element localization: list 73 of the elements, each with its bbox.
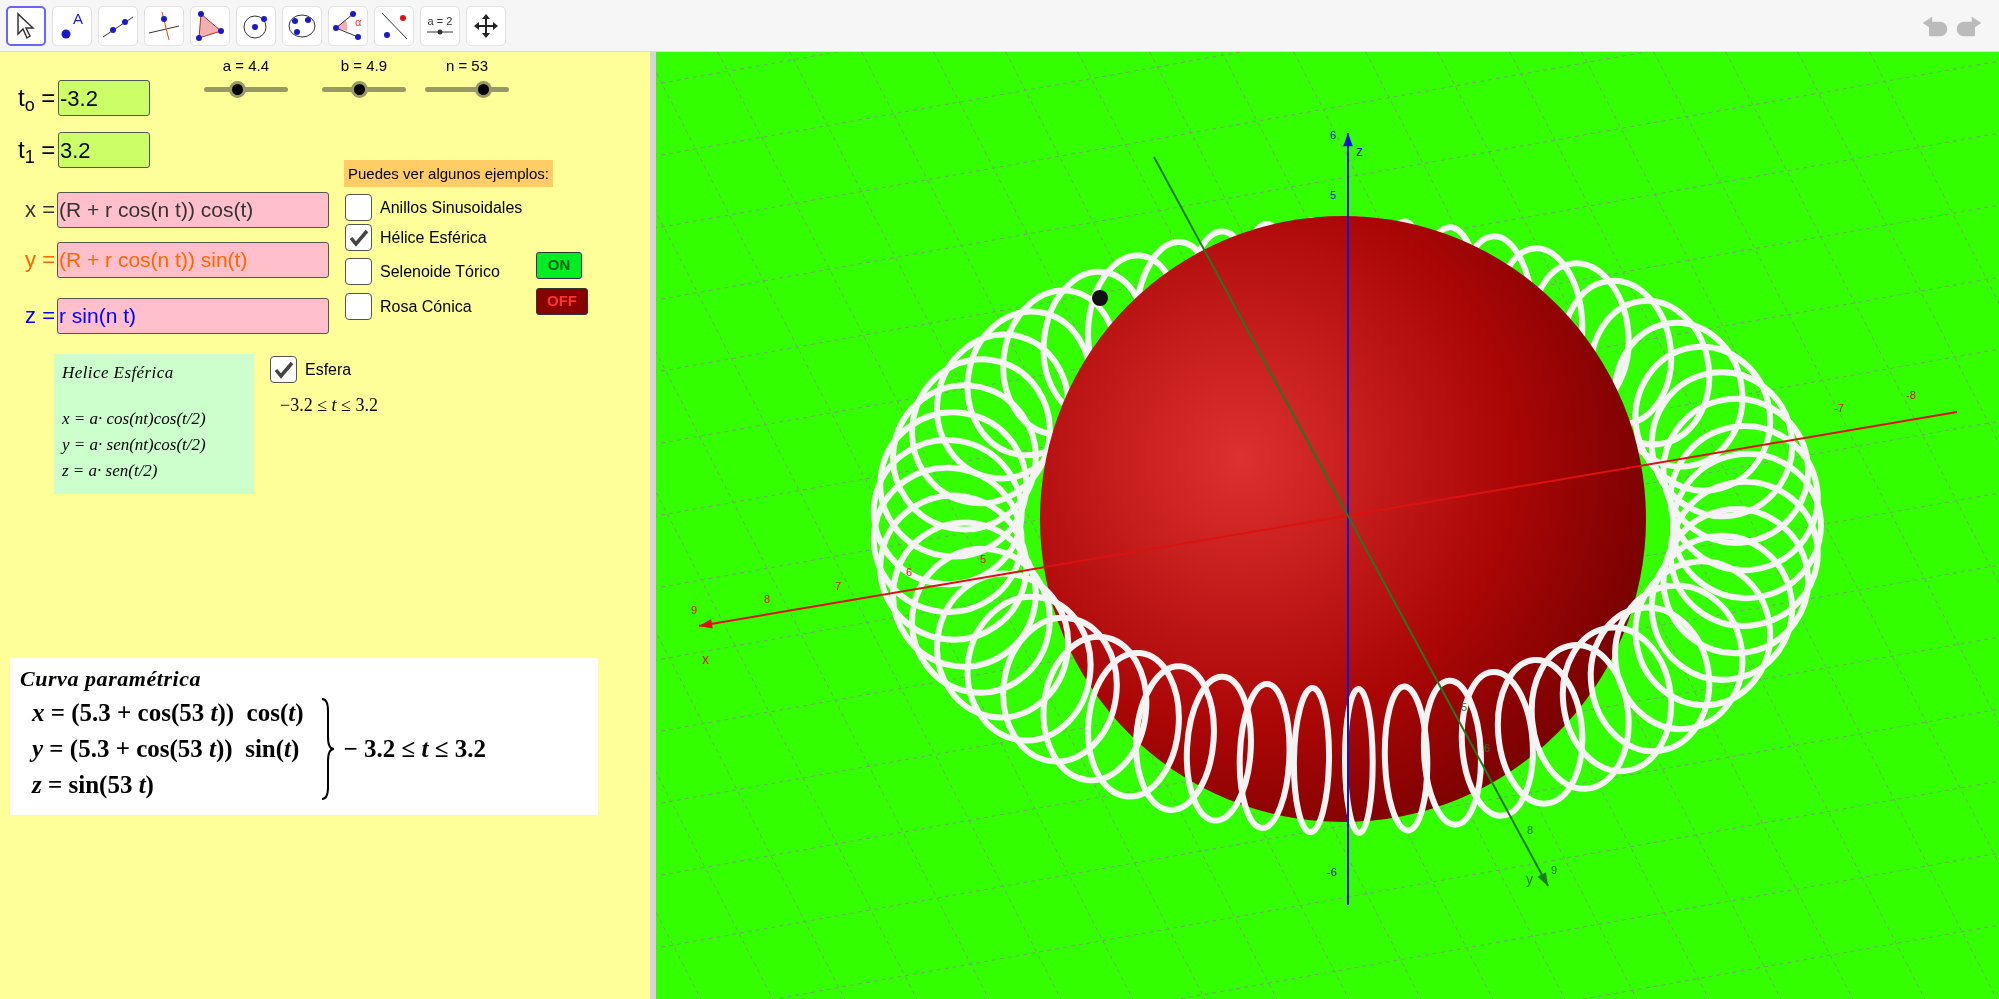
- range-text: − 3.2 ≤ t ≤ 3.2: [343, 734, 486, 765]
- input-field[interactable]: -3.2: [58, 80, 150, 116]
- parameter-label: t$_{1}$ =: [18, 138, 56, 162]
- equation-text: x = a· cos(nt)cos(t/2): [62, 407, 207, 430]
- point-marker: [1092, 290, 1108, 306]
- axis-label: x: [702, 651, 709, 667]
- checkbox[interactable]: [345, 258, 372, 285]
- checkbox-label: Anillos Sinusoidales: [380, 197, 523, 218]
- tool-button[interactable]: [6, 5, 46, 46]
- checkbox-label: Rosa Cónica: [380, 296, 472, 317]
- move-arrows-icon: [473, 12, 499, 39]
- axis-label: y: [1526, 871, 1533, 887]
- input-field[interactable]: r sin(n t): [57, 298, 329, 334]
- checkbox-label: Hélice Esférica: [380, 227, 487, 248]
- equation-text: z = sin(53 t): [32, 770, 155, 801]
- tick-label: 9: [1551, 864, 1558, 876]
- angle-icon: [331, 10, 361, 41]
- slider-thumb[interactable]: [474, 81, 492, 98]
- tick-label: 8: [1527, 824, 1534, 836]
- slider-tool-label: a = 2: [427, 16, 453, 27]
- slider-track[interactable]: [425, 81, 509, 98]
- tool-button[interactable]: A: [52, 5, 92, 46]
- card-title: Curva paramétrica: [20, 665, 203, 693]
- examples-heading: Puedes ver algunos ejemplos:: [344, 160, 553, 187]
- checkbox[interactable]: [345, 224, 372, 251]
- slider-label: b = 4.9: [340, 58, 388, 73]
- toggle-button[interactable]: ON: [536, 252, 582, 279]
- checkbox[interactable]: [270, 356, 297, 383]
- angle-letter: α: [355, 16, 362, 28]
- arrow-cursor-icon: [15, 11, 37, 40]
- input-field[interactable]: (R + r cos(n t)) cos(t): [57, 192, 329, 228]
- tick-label: 5: [1330, 189, 1337, 201]
- checkmark-icon: [348, 228, 369, 247]
- point-icon: [61, 28, 71, 39]
- equation-text: z = a· sen(t/2): [62, 459, 159, 482]
- tick-label: 7: [835, 580, 842, 592]
- tick-label: 5: [980, 553, 987, 565]
- equation-text: x = (5.3 + cos(53 t)) cos(t): [32, 698, 304, 729]
- equation-label: x =: [24, 199, 55, 221]
- tick-label: 9: [691, 604, 698, 616]
- axis-label: z: [1356, 143, 1363, 159]
- equation-text: y = a· sen(nt)cos(t/2): [62, 433, 207, 456]
- point-letter: A: [73, 10, 83, 26]
- range-text: −3.2 ≤ t ≤ 3.2: [280, 394, 378, 417]
- tick-label: 8: [764, 593, 771, 605]
- slider-track[interactable]: [322, 81, 406, 98]
- slider-thumb[interactable]: [228, 81, 246, 98]
- checkbox[interactable]: [345, 293, 372, 320]
- input-field[interactable]: 3.2: [58, 132, 150, 168]
- checkbox-label: Selenoide Tórico: [380, 261, 500, 282]
- card-title: Helice Esférica: [62, 362, 175, 384]
- perpendicular-line-icon: [147, 10, 181, 41]
- slider-thumb[interactable]: [351, 81, 369, 98]
- tick-label: -8: [1906, 389, 1916, 401]
- tick-label: -6: [1327, 866, 1337, 878]
- checkbox[interactable]: [345, 194, 372, 221]
- slider-icon: [427, 29, 453, 35]
- slider-track[interactable]: [204, 81, 288, 98]
- tick-label: 6: [1484, 742, 1491, 754]
- slider-label: n = 53: [445, 58, 489, 73]
- parameter-label: t$_{o}$ =: [18, 86, 56, 110]
- checkbox-label: Esfera: [305, 359, 352, 380]
- brace-icon: [319, 697, 336, 801]
- equation-label: y =: [24, 249, 55, 271]
- equation-label: z =: [24, 305, 55, 327]
- tick-label: -7: [1834, 402, 1844, 414]
- tool-button[interactable]: a = 2: [420, 5, 460, 46]
- checkmark-icon: [273, 360, 294, 379]
- polygon-icon: [195, 10, 225, 41]
- line-and-points-icon: [379, 10, 409, 41]
- slider-label: a = 4.4: [222, 58, 270, 73]
- tick-label: 6: [1330, 129, 1337, 141]
- tool-button[interactable]: α: [328, 5, 368, 46]
